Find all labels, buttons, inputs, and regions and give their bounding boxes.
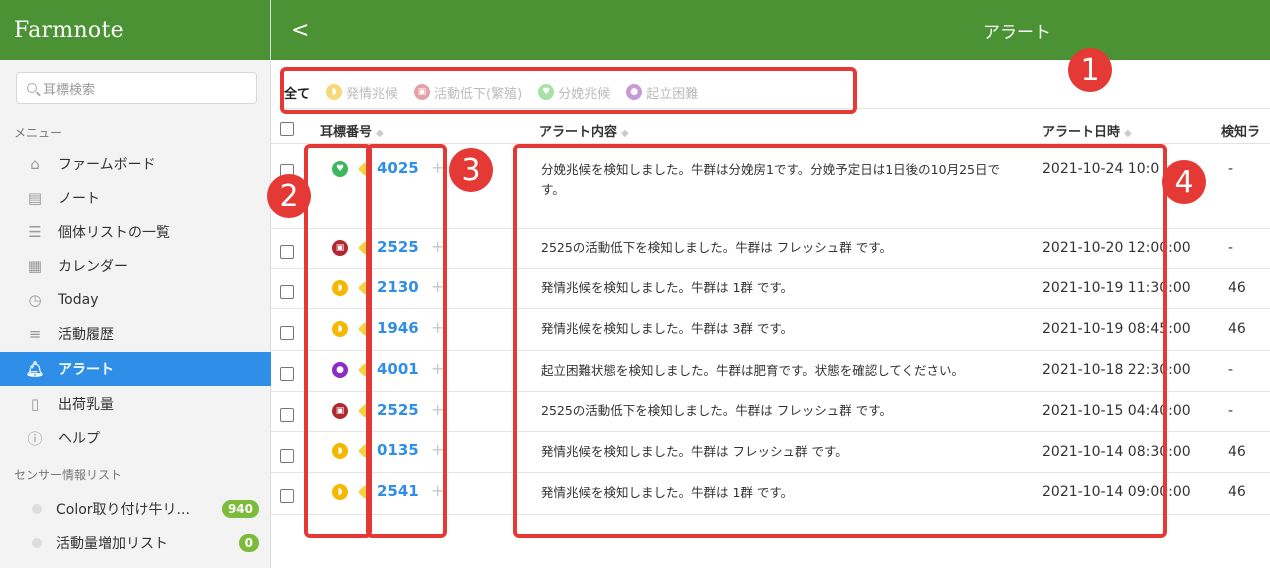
annotation-number-2: 2 [267, 174, 311, 218]
sidebar-item-label: 個体リストの一覧 [58, 225, 170, 241]
row-checkbox[interactable] [280, 285, 294, 299]
count-badge: 0 [238, 534, 259, 552]
clock-icon: ◷ [28, 291, 42, 309]
sidebar-item-alert[interactable]: 🔔︎ アラート [0, 352, 271, 386]
page-title: アラート [983, 23, 1051, 43]
row-checkbox[interactable] [280, 449, 294, 463]
annotation-number-3: 3 [449, 148, 493, 192]
milk-bottle-icon: ▯ [30, 395, 40, 413]
search-input[interactable]: 耳標検索 [16, 72, 257, 104]
column-label: 耳標番号 [320, 125, 373, 140]
detect-value: - [1228, 403, 1234, 419]
sidebar-item-label: アラート [58, 362, 114, 378]
sensor-item-color[interactable]: Color取り付け牛リ... 940 [0, 492, 271, 526]
bell-icon: 🔔︎ [25, 360, 45, 378]
sidebar-item-label: ヘルプ [58, 431, 100, 447]
sidebar-item-activity-history[interactable]: ≡ 活動履歴 [0, 317, 271, 351]
sensor-list-label: センサー情報リスト [14, 468, 123, 482]
farm-icon: ⌂ [30, 155, 40, 173]
sidebar-item-cow-list[interactable]: ☰ 個体リストの一覧 [0, 215, 271, 249]
logo[interactable]: Farmnote [14, 18, 124, 43]
search-placeholder: 耳標検索 [43, 82, 96, 98]
sort-icon: ◆ [1124, 128, 1132, 139]
sidebar-item-label: 活動履歴 [58, 327, 114, 343]
column-label: アラート内容 [539, 125, 618, 140]
detect-value: 46 [1228, 444, 1246, 460]
dot-icon [32, 504, 42, 514]
column-detect[interactable]: 検知ラ [1221, 121, 1260, 140]
search-icon [27, 83, 37, 93]
count-badge: 940 [221, 500, 259, 518]
column-alert-datetime[interactable]: アラート日時 ◆ [1042, 121, 1132, 140]
sidebar-item-calendar[interactable]: ▦ カレンダー [0, 249, 271, 283]
sidebar-item-milk-shipment[interactable]: ▯ 出荷乳量 [0, 387, 271, 421]
sort-icon: ◆ [376, 128, 384, 139]
table-header: 耳標番号 ◆ アラート内容 ◆ アラート日時 ◆ 検知ラ [271, 114, 1270, 144]
detect-value: - [1228, 362, 1234, 378]
top-bar: < アラート [271, 0, 1270, 60]
column-ear-number[interactable]: 耳標番号 ◆ [320, 121, 384, 140]
sidebar: Farmnote 耳標検索 メニュー ⌂ ファームボード ▤ ノート ☰ 個体リ… [0, 0, 271, 568]
row-checkbox[interactable] [280, 367, 294, 381]
detect-value: 46 [1228, 280, 1246, 296]
sidebar-item-help[interactable]: ⓘ ヘルプ [0, 421, 271, 455]
calendar-icon: ▦ [27, 257, 43, 275]
sensor-item-label: Color取り付け牛リ... [56, 502, 190, 518]
back-button[interactable]: < [291, 18, 309, 43]
sidebar-item-label: ファームボード [58, 157, 156, 173]
dot-icon [32, 538, 42, 548]
sidebar-item-note[interactable]: ▤ ノート [0, 181, 271, 215]
sensor-item-label: 活動量増加リスト [56, 536, 168, 552]
sidebar-item-label: カレンダー [58, 259, 128, 275]
row-checkbox[interactable] [280, 408, 294, 422]
row-checkbox[interactable] [280, 245, 294, 259]
row-checkbox[interactable] [280, 489, 294, 503]
sort-icon: ◆ [621, 128, 629, 139]
detect-value: 46 [1228, 484, 1246, 500]
annotation-box-1 [280, 67, 857, 114]
detect-value: - [1228, 240, 1234, 256]
sidebar-item-today[interactable]: ◷ Today [0, 283, 271, 317]
annotation-number-1: 1 [1068, 48, 1112, 92]
select-all-checkbox[interactable] [280, 122, 294, 136]
detect-value: - [1228, 161, 1234, 177]
help-icon: ⓘ [27, 429, 43, 448]
sidebar-item-label: ノート [58, 191, 100, 207]
annotation-box-2 [304, 144, 372, 538]
annotation-box-4 [513, 144, 1167, 538]
detect-value: 46 [1228, 321, 1246, 337]
note-icon: ▤ [27, 189, 43, 207]
sensor-item-activity-increase[interactable]: 活動量増加リスト 0 [0, 526, 271, 560]
logo-bar: Farmnote [0, 0, 270, 60]
list-icon: ☰ [28, 223, 42, 241]
annotation-number-4: 4 [1162, 160, 1206, 204]
menu-label: メニュー [14, 126, 63, 140]
column-label: アラート日時 [1042, 125, 1121, 140]
annotation-box-3 [366, 144, 447, 538]
column-alert-content[interactable]: アラート内容 ◆ [539, 121, 629, 140]
sidebar-item-label: 出荷乳量 [58, 397, 114, 413]
sidebar-item-label: Today [58, 292, 99, 308]
history-icon: ≡ [28, 325, 42, 343]
sidebar-item-farmboard[interactable]: ⌂ ファームボード [0, 147, 271, 181]
row-checkbox[interactable] [280, 326, 294, 340]
